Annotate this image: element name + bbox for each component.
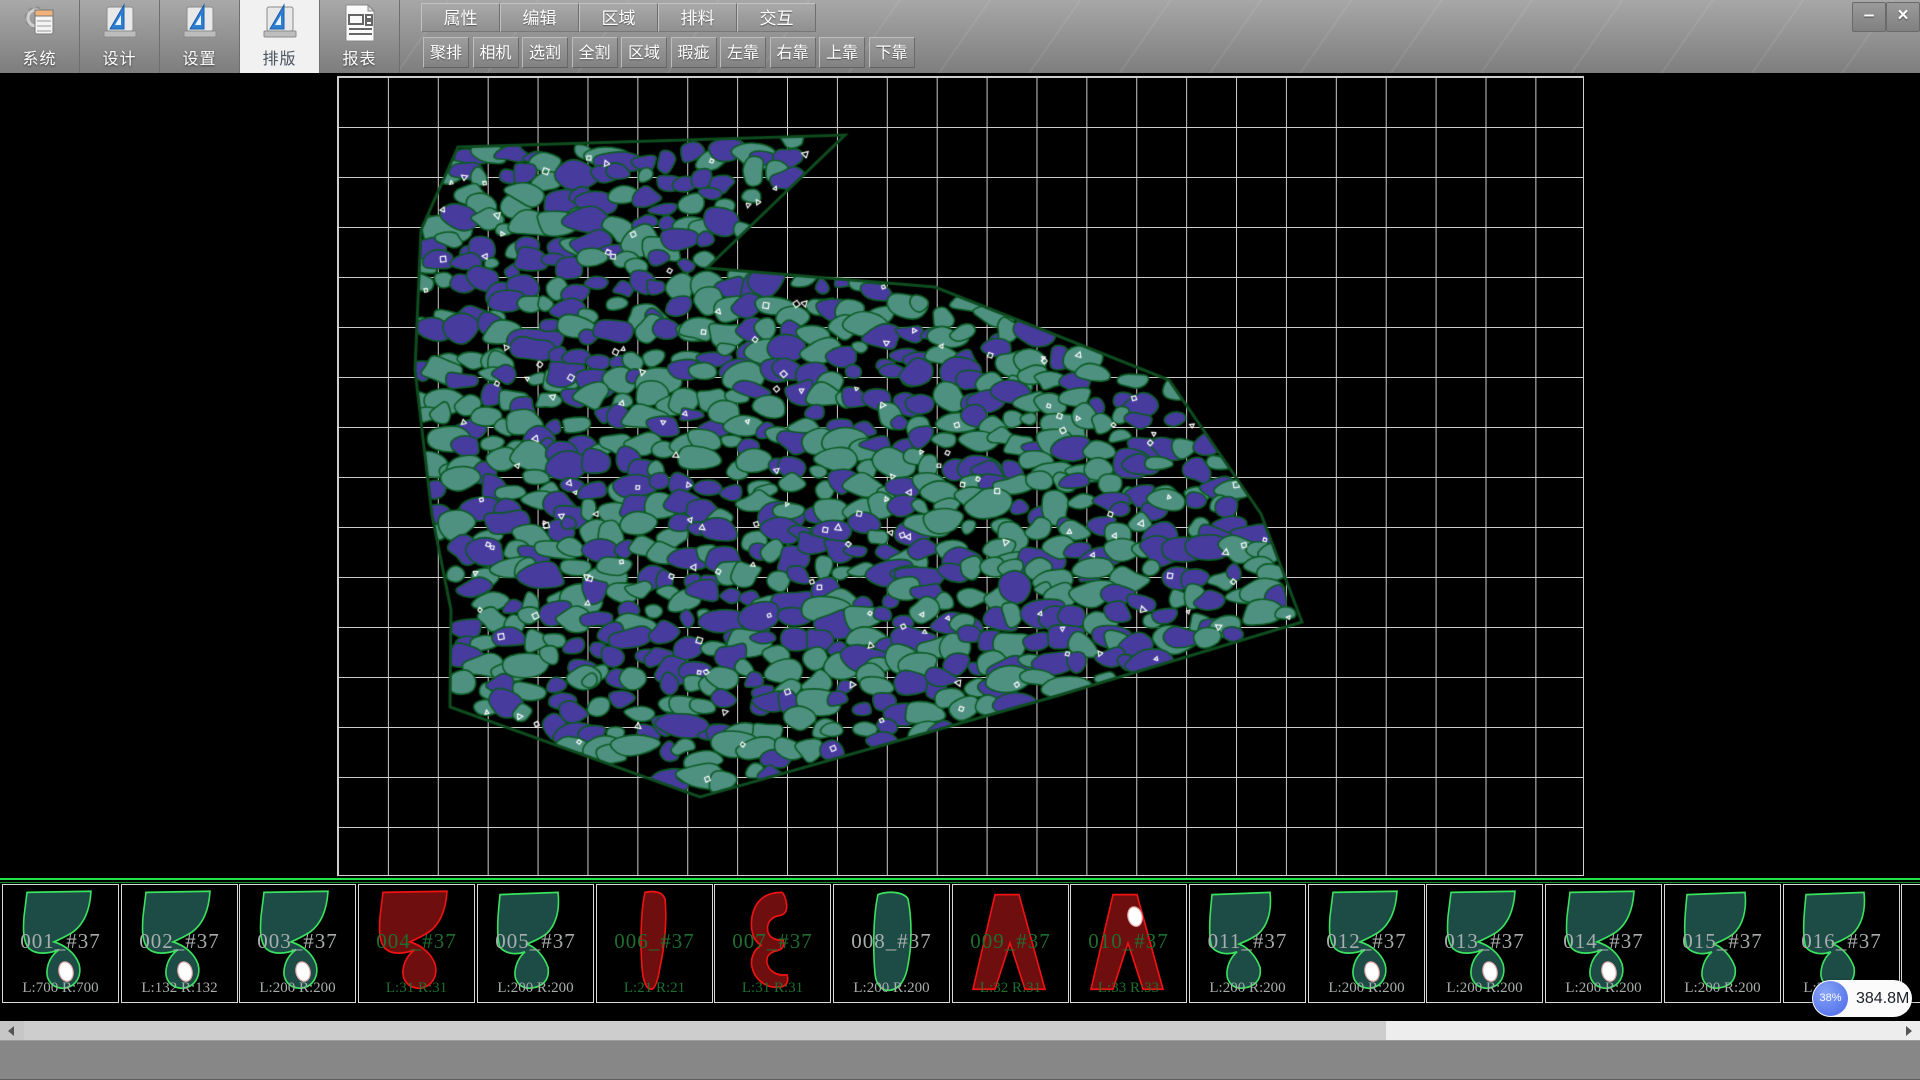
- system-button[interactable]: 系统: [0, 0, 80, 73]
- tab-interact[interactable]: 交互: [737, 3, 816, 32]
- memory-usage-label: 384.8M: [1856, 980, 1909, 1017]
- tab-region[interactable]: 区域: [579, 3, 658, 32]
- minimize-button[interactable]: –: [1852, 2, 1886, 32]
- tab-properties[interactable]: 属性: [421, 3, 500, 32]
- piece-id-label: 008_#37: [834, 929, 949, 954]
- application-window: 系统设计设置排版报表 属性编辑区域排料交互 聚排相机选割全割区域瑕疵左靠右靠上靠…: [0, 0, 1920, 1080]
- design-button[interactable]: 设计: [80, 0, 160, 73]
- tool-region-button[interactable]: 区域: [621, 37, 667, 68]
- piece-thumbnail[interactable]: 006_#37 L:21 R:21: [596, 884, 713, 1003]
- piece-thumbnail[interactable]: 009_#37 L:32 R:31: [952, 884, 1069, 1003]
- piece-lr-label: L:21 R:21: [597, 980, 712, 997]
- piece-id-label: 005_#37: [478, 929, 593, 954]
- system-button-label: 系统: [0, 45, 79, 69]
- piece-id-label: 016_#37: [1784, 929, 1899, 954]
- piece-lr-label: L:200 R:200: [1190, 980, 1305, 997]
- piece-id-label: 017_#37: [1902, 929, 1920, 954]
- piece-lr-label: L:200 R:200: [240, 980, 355, 997]
- strip-divider-line: [0, 882, 1920, 883]
- piece-lr-label: L:200 R:200: [1427, 980, 1542, 997]
- piece-thumbnail[interactable]: 012_#37 L:200 R:200: [1308, 884, 1425, 1003]
- tool-snap-left-button[interactable]: 左靠: [720, 37, 766, 68]
- piece-lr-label: L:32 R:31: [953, 980, 1068, 997]
- piece-lr-label: L:200 R:200: [1309, 980, 1424, 997]
- piece-lr-label: L:31 R:31: [359, 980, 474, 997]
- tool-defect-button[interactable]: 瑕疵: [671, 37, 717, 68]
- piece-lr-label: L:33 R:33: [1071, 980, 1186, 997]
- scroll-right-button[interactable]: [1896, 1021, 1920, 1040]
- laptop-ruler-icon: [180, 3, 220, 43]
- tool-select-cut-button[interactable]: 选割: [522, 37, 568, 68]
- main-toolbar: 系统设计设置排版报表 属性编辑区域排料交互 聚排相机选割全割区域瑕疵左靠右靠上靠…: [0, 0, 1920, 73]
- tab-nest[interactable]: 排料: [658, 3, 737, 32]
- nested-hide-canvas[interactable]: [337, 76, 1584, 876]
- gear-table-icon: [20, 3, 60, 43]
- piece-id-label: 001_#37: [3, 929, 118, 954]
- piece-id-label: 014_#37: [1546, 929, 1661, 954]
- piece-id-label: 011_#37: [1190, 929, 1305, 954]
- layout-button-label: 排版: [240, 45, 319, 69]
- tool-snap-bottom-button[interactable]: 下靠: [869, 37, 915, 68]
- setup-button[interactable]: 设置: [160, 0, 240, 73]
- strip-divider-line: [0, 878, 1920, 880]
- piece-id-label: 006_#37: [597, 929, 712, 954]
- piece-thumbnail[interactable]: 002_#37 L:132 R:132: [121, 884, 238, 1003]
- piece-lr-label: L:200 R:200: [834, 980, 949, 997]
- design-button-label: 设计: [80, 45, 159, 69]
- tool-camera-button[interactable]: 相机: [473, 37, 519, 68]
- piece-lr-label: L:700 R:700: [3, 980, 118, 997]
- piece-id-label: 013_#37: [1427, 929, 1542, 954]
- piece-id-label: 012_#37: [1309, 929, 1424, 954]
- piece-lr-label: L:200 R:200: [1665, 980, 1780, 997]
- piece-id-label: 007_#37: [715, 929, 830, 954]
- piece-id-label: 004_#37: [359, 929, 474, 954]
- piece-thumbnail[interactable]: 013_#37 L:200 R:200: [1426, 884, 1543, 1003]
- piece-thumbnail[interactable]: 005_#37 L:200 R:200: [477, 884, 594, 1003]
- tab-edit[interactable]: 编辑: [500, 3, 579, 32]
- report-button[interactable]: 报表: [320, 0, 400, 73]
- piece-id-label: 009_#37: [953, 929, 1068, 954]
- piece-id-label: 015_#37: [1665, 929, 1780, 954]
- right-arrow-icon: [1906, 1026, 1912, 1036]
- piece-id-label: 003_#37: [240, 929, 355, 954]
- nesting-workarea[interactable]: [0, 73, 1920, 878]
- piece-lr-label: L:132 R:132: [122, 980, 237, 997]
- piece-thumbnail[interactable]: 008_#37 L:200 R:200: [833, 884, 950, 1003]
- piece-thumbnail[interactable]: 010_#37 L:33 R:33: [1070, 884, 1187, 1003]
- laptop-ruler-icon: [100, 3, 140, 43]
- status-badge: 38% 384.8M: [1812, 980, 1912, 1017]
- scrollbar-thumb[interactable]: [24, 1021, 1386, 1040]
- tool-cluster-button[interactable]: 聚排: [423, 37, 469, 68]
- piece-thumbnail[interactable]: 004_#37 L:31 R:31: [358, 884, 475, 1003]
- tool-cut-all-button[interactable]: 全割: [572, 37, 618, 68]
- horizontal-scrollbar[interactable]: [0, 1021, 1920, 1040]
- status-bar: [0, 1040, 1920, 1080]
- piece-thumbnail[interactable]: 015_#37 L:200 R:200: [1664, 884, 1781, 1003]
- left-arrow-icon: [8, 1026, 14, 1036]
- piece-id-label: 002_#37: [122, 929, 237, 954]
- piece-thumbnail[interactable]: 007_#37 L:31 R:31: [714, 884, 831, 1003]
- layout-button[interactable]: 排版: [240, 0, 320, 73]
- piece-thumbnail[interactable]: 011_#37 L:200 R:200: [1189, 884, 1306, 1003]
- tool-snap-top-button[interactable]: 上靠: [819, 37, 865, 68]
- piece-lr-label: L:200 R:200: [478, 980, 593, 997]
- progress-percent-badge: 38%: [1813, 981, 1848, 1016]
- piece-thumbnail-strip: 001_#37L:700 R:700002_#37L:132 R:132003_…: [0, 878, 1920, 1020]
- laptop-ruler-icon: [260, 3, 300, 43]
- setup-button-label: 设置: [160, 45, 239, 69]
- tool-snap-right-button[interactable]: 右靠: [770, 37, 816, 68]
- report-button-label: 报表: [320, 45, 399, 69]
- close-button[interactable]: ×: [1886, 2, 1920, 32]
- scroll-left-button[interactable]: [0, 1021, 24, 1040]
- piece-thumbnail[interactable]: 014_#37 L:200 R:200: [1545, 884, 1662, 1003]
- piece-thumbnail[interactable]: 003_#37 L:200 R:200: [239, 884, 356, 1003]
- report-icon: [340, 3, 380, 43]
- piece-id-label: 010_#37: [1071, 929, 1186, 954]
- piece-thumbnail[interactable]: 001_#37 L:700 R:700: [2, 884, 119, 1003]
- piece-lr-label: L:200 R:200: [1546, 980, 1661, 997]
- piece-lr-label: L:31 R:31: [715, 980, 830, 997]
